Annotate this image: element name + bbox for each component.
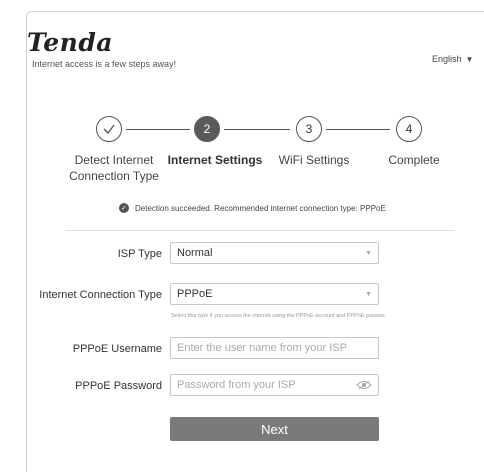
step-connector [326, 129, 390, 130]
chevron-down-icon: ▼ [365, 290, 372, 298]
username-input[interactable]: Enter the user name from your ISP [170, 337, 379, 359]
caret-down-icon: ▼ [465, 55, 474, 64]
checkmark-icon [103, 124, 115, 134]
step-1-done-icon [96, 116, 122, 142]
language-selector[interactable]: English ▼ [432, 54, 473, 64]
password-placeholder: Password from your ISP [177, 379, 296, 391]
connection-type-select[interactable]: PPPoE ▼ [170, 283, 379, 305]
step-3-indicator: 3 [296, 116, 322, 142]
connection-type-value: PPPoE [177, 288, 213, 300]
isp-type-select[interactable]: Normal ▼ [170, 242, 379, 264]
chevron-down-icon: ▼ [365, 249, 372, 257]
step-4-indicator: 4 [396, 116, 422, 142]
next-button[interactable]: Next [170, 417, 379, 441]
step-2-label: Internet Settings [167, 153, 263, 167]
password-input[interactable]: Password from your ISP [170, 374, 379, 396]
detection-status: ✓ Detection succeeded. Recommended inter… [119, 203, 386, 213]
username-placeholder: Enter the user name from your ISP [177, 342, 347, 354]
step-3-label: WiFi Settings [278, 153, 350, 167]
detection-status-text: Detection succeeded. Recommended interne… [135, 203, 386, 213]
step-connector [224, 129, 290, 130]
connection-type-label: Internet Connection Type [39, 289, 162, 301]
connection-type-hint: Select this type if you access the inter… [171, 313, 385, 319]
language-label: English [432, 54, 462, 64]
isp-type-value: Normal [177, 247, 213, 259]
step-1-label: Detect Internet Connection Type [69, 153, 159, 183]
step-4-label: Complete [388, 153, 440, 167]
check-circle-icon: ✓ [119, 203, 129, 213]
step-2-indicator: 2 [194, 116, 220, 142]
username-label: PPPoE Username [72, 343, 162, 355]
brand-tagline: Internet access is a few steps away! [32, 59, 177, 69]
password-label: PPPoE Password [75, 380, 162, 392]
brand-logo: Tenda [27, 28, 113, 57]
eye-slash-icon[interactable] [356, 380, 372, 390]
step-connector [126, 129, 190, 130]
isp-type-label: ISP Type [117, 248, 162, 260]
divider [66, 230, 454, 231]
